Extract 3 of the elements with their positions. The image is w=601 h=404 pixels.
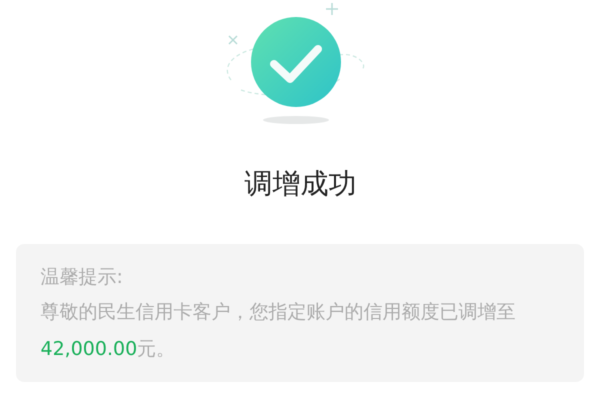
notice-heading: 温馨提示: bbox=[40, 265, 124, 290]
notice-message: 尊敬的民生信用卡客户，您指定账户的信用额度已调增至 42,000.00元。 bbox=[40, 300, 516, 362]
result-title: 调增成功 bbox=[244, 166, 356, 202]
